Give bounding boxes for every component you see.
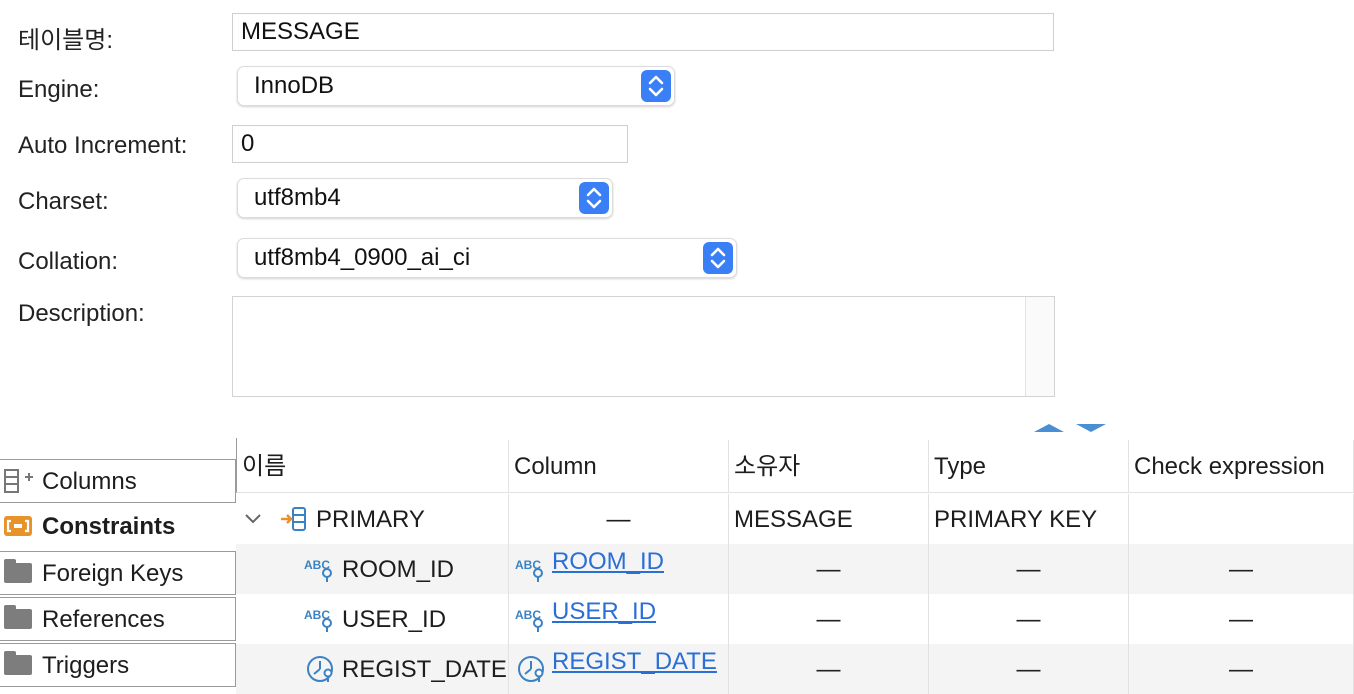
- tab-constraints[interactable]: Constraints: [0, 505, 236, 549]
- engine-label: Engine:: [18, 76, 100, 103]
- name-cell: ABC USER_ID: [236, 594, 509, 644]
- folder-icon: [4, 651, 32, 675]
- auto-increment-field[interactable]: 0: [232, 125, 628, 163]
- check-cell: [1129, 494, 1354, 544]
- chevron-updown-icon: [641, 70, 671, 102]
- tab-foreign-keys[interactable]: Foreign Keys: [0, 551, 236, 595]
- folder-icon: [4, 605, 32, 629]
- tab-constraints-label: Constraints: [42, 513, 176, 540]
- collation-label: Collation:: [18, 248, 119, 275]
- check-cell: —: [1129, 544, 1354, 594]
- name-cell: ABC ROOM_ID: [236, 544, 509, 594]
- description-scrollbar[interactable]: [1025, 297, 1054, 396]
- string-key-column-icon: ABC: [515, 558, 543, 582]
- tab-triggers-label: Triggers: [42, 652, 130, 679]
- owner-cell: —: [729, 644, 929, 694]
- date-key-column-icon: [518, 656, 544, 682]
- column-cell: REGIST_DATE: [509, 644, 729, 694]
- date-key-column-icon: [307, 656, 333, 682]
- charset-label: Charset:: [18, 188, 109, 215]
- column-header-name[interactable]: 이름: [236, 440, 509, 493]
- column-cell: ABC USER_ID: [509, 594, 729, 644]
- folder-icon: [4, 559, 32, 583]
- check-cell: —: [1129, 644, 1354, 694]
- type-cell: PRIMARY KEY: [929, 494, 1129, 544]
- string-key-column-icon: ABC: [304, 558, 332, 582]
- column-cell: ABC ROOM_ID: [509, 544, 729, 594]
- type-cell: —: [929, 544, 1129, 594]
- owner-cell: MESSAGE: [729, 494, 929, 544]
- charset-select[interactable]: utf8mb4: [237, 178, 613, 218]
- constraint-column-name: ROOM_ID: [342, 556, 455, 583]
- owner-cell: —: [729, 544, 929, 594]
- auto-increment-label: Auto Increment:: [18, 132, 188, 159]
- column-link[interactable]: REGIST_DATE: [552, 644, 717, 688]
- table-row[interactable]: ABC ROOM_ID ABC ROOM_ID — — —: [236, 544, 1354, 594]
- constraint-name: PRIMARY: [316, 506, 425, 533]
- collation-select-value: utf8mb4_0900_ai_ci: [254, 244, 471, 271]
- description-label: Description:: [18, 300, 145, 327]
- column-header-check-expression[interactable]: Check expression: [1129, 440, 1354, 493]
- table-name-label: 테이블명:: [18, 27, 113, 54]
- tab-columns[interactable]: Columns: [0, 459, 236, 503]
- table-row[interactable]: ABC USER_ID ABC USER_ID — — —: [236, 594, 1354, 644]
- tab-references-label: References: [42, 606, 165, 633]
- type-cell: —: [929, 594, 1129, 644]
- engine-select[interactable]: InnoDB: [237, 66, 675, 106]
- tab-columns-label: Columns: [42, 468, 137, 495]
- tab-triggers[interactable]: Triggers: [0, 643, 236, 687]
- name-cell: PRIMARY: [236, 494, 509, 544]
- check-cell: —: [1129, 594, 1354, 644]
- type-cell: —: [929, 644, 1129, 694]
- owner-cell: —: [729, 594, 929, 644]
- column-header-column[interactable]: Column: [509, 440, 729, 493]
- column-header-owner[interactable]: 소유자: [729, 440, 929, 493]
- table-row[interactable]: PRIMARY — MESSAGE PRIMARY KEY: [236, 494, 1354, 544]
- constraint-column-name: REGIST_DATE: [342, 656, 507, 683]
- column-header-type[interactable]: Type: [929, 440, 1129, 493]
- string-key-column-icon: ABC: [515, 608, 543, 632]
- column-cell: —: [509, 494, 729, 544]
- panel-toggle-arrows-icon[interactable]: [1032, 422, 1112, 434]
- string-key-column-icon: ABC: [304, 608, 332, 632]
- tab-references[interactable]: References: [0, 597, 236, 641]
- chevron-updown-icon: [579, 182, 609, 214]
- description-textarea[interactable]: [232, 296, 1055, 397]
- collation-select[interactable]: utf8mb4_0900_ai_ci: [237, 238, 737, 278]
- constraints-icon: [4, 516, 32, 536]
- chevron-updown-icon: [703, 242, 733, 274]
- engine-select-value: InnoDB: [254, 72, 335, 99]
- constraints-grid: 이름 Column 소유자 Type Check expression PRIM…: [236, 440, 1354, 694]
- table-name-field[interactable]: MESSAGE: [232, 13, 1054, 51]
- columns-icon: [4, 469, 33, 493]
- constraint-column-name: USER_ID: [342, 606, 447, 633]
- table-row[interactable]: REGIST_DATE REGIST_DATE — — —: [236, 644, 1354, 694]
- chevron-down-icon[interactable]: [244, 512, 262, 526]
- tab-foreign-keys-label: Foreign Keys: [42, 560, 184, 587]
- charset-select-value: utf8mb4: [254, 184, 341, 211]
- name-cell: REGIST_DATE: [236, 644, 509, 694]
- primary-key-icon: [281, 507, 306, 531]
- column-link[interactable]: ROOM_ID: [552, 544, 664, 588]
- column-link[interactable]: USER_ID: [552, 594, 656, 638]
